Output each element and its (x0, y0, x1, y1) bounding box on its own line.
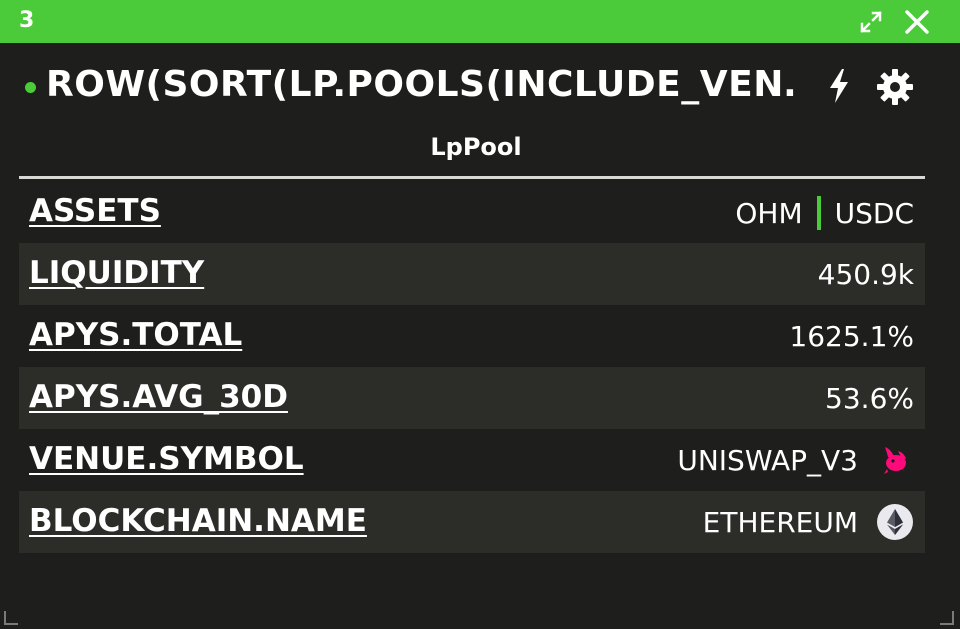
assets-value: OHM USDC (735, 196, 914, 230)
uniswap-icon (884, 447, 906, 474)
venue-symbol-text: UNISWAP_V3 (677, 443, 858, 477)
row-key-blockchain-name[interactable]: BLOCKCHAIN.NAME (29, 503, 367, 539)
type-label: LpPool (430, 133, 522, 161)
lightning-bolt-icon[interactable] (826, 68, 852, 104)
query-header: ROW(SORT(LP.POOLS(INCLUDE_VEN… (0, 54, 960, 118)
row-key-apys-avg-30d[interactable]: APYS.AVG_30D (29, 379, 288, 415)
row-key-assets[interactable]: ASSETS (29, 193, 161, 229)
asset-name: OHM (735, 196, 803, 230)
row-value-apys-avg-30d: 53.6% (825, 382, 914, 415)
table-row: BLOCKCHAIN.NAME ETHEREUM (19, 491, 925, 553)
row-value-venue-symbol: UNISWAP_V3 (677, 441, 914, 479)
table-row: LIQUIDITY 450.9k (19, 243, 925, 305)
row-key-apys-total[interactable]: APYS.TOTAL (29, 317, 242, 353)
row-key-venue-symbol[interactable]: VENUE.SYMBOL (29, 441, 304, 477)
gear-icon[interactable] (876, 68, 914, 106)
expand-icon[interactable] (858, 9, 884, 35)
window-number: 3 (19, 8, 35, 33)
table-row: ASSETS OHM USDC (19, 181, 925, 243)
status-dot (25, 82, 36, 93)
row-value-blockchain-name: ETHEREUM (703, 503, 914, 541)
asset-name: USDC (834, 196, 914, 230)
resize-handle-bottom-left[interactable] (4, 611, 18, 625)
property-table: ASSETS OHM USDC LIQUIDITY 450.9k APYS.TO… (19, 181, 925, 553)
resize-handle-bottom-right[interactable] (940, 611, 954, 625)
row-value-apys-total: 1625.1% (789, 320, 914, 353)
table-row: APYS.AVG_30D 53.6% (19, 367, 925, 429)
query-title[interactable]: ROW(SORT(LP.POOLS(INCLUDE_VEN… (46, 64, 796, 105)
table-row: VENUE.SYMBOL UNISWAP_V3 (19, 429, 925, 491)
ethereum-icon (877, 504, 913, 540)
table-row: APYS.TOTAL 1625.1% (19, 305, 925, 367)
close-icon[interactable] (903, 8, 931, 36)
asset-separator (816, 196, 821, 230)
window-titlebar[interactable]: 3 (0, 0, 960, 43)
blockchain-name-text: ETHEREUM (702, 505, 858, 539)
row-key-liquidity[interactable]: LIQUIDITY (29, 255, 204, 291)
divider (19, 176, 925, 179)
row-value-liquidity: 450.9k (817, 258, 914, 291)
